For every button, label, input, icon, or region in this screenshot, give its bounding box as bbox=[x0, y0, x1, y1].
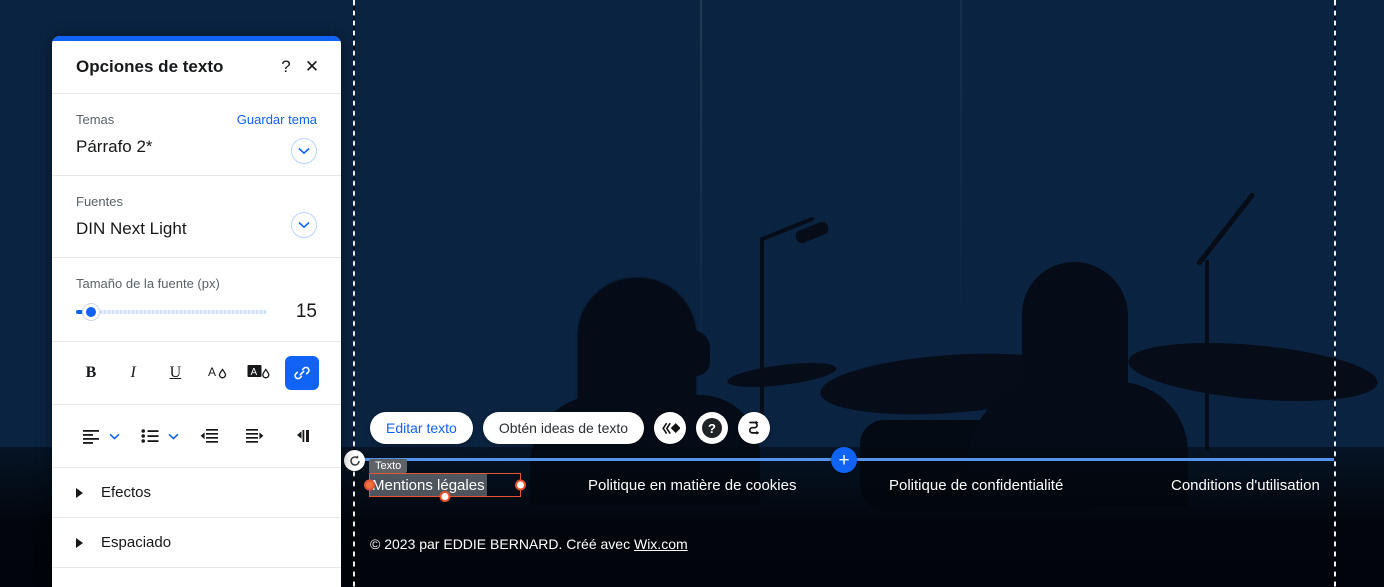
increase-indent-button[interactable] bbox=[238, 419, 272, 453]
align-left-button[interactable] bbox=[74, 419, 120, 453]
font-size-slider[interactable] bbox=[76, 304, 267, 320]
themes-section: Temas Párrafo 2* Guardar tema bbox=[52, 94, 341, 176]
themes-value: Párrafo 2* bbox=[76, 137, 153, 156]
panel-title: Opciones de texto bbox=[76, 57, 224, 76]
guide-line-right bbox=[1334, 0, 1336, 587]
chevron-right-icon bbox=[76, 537, 83, 548]
chevron-right-icon bbox=[76, 487, 83, 498]
get-text-ideas-button[interactable]: Obtén ideas de texto bbox=[482, 412, 645, 444]
resize-handle-bottom[interactable] bbox=[439, 491, 451, 502]
paragraph-toolbar bbox=[52, 405, 341, 468]
edit-text-button[interactable]: Editar texto bbox=[370, 412, 473, 444]
footer-link-cookies[interactable]: Politique en matière de cookies bbox=[588, 473, 796, 497]
spacing-label: Espaciado bbox=[101, 534, 172, 551]
resize-handle-right[interactable] bbox=[515, 479, 526, 491]
curtain-seam-icon bbox=[960, 0, 962, 300]
text-direction-button[interactable] bbox=[285, 419, 319, 453]
footer-link-legal-notice[interactable]: Mentions légales bbox=[370, 474, 487, 496]
footer-link-privacy[interactable]: Politique de confidentialité bbox=[889, 473, 1063, 497]
decrease-indent-button[interactable] bbox=[192, 419, 226, 453]
bullet-list-button[interactable] bbox=[133, 419, 179, 453]
svg-text:?: ? bbox=[708, 421, 716, 436]
list-chevron-down-icon[interactable] bbox=[168, 433, 179, 440]
svg-text:A: A bbox=[208, 365, 216, 379]
floating-text-toolbar: Editar texto Obtén ideas de texto ? bbox=[370, 412, 771, 444]
person-silhouette bbox=[676, 330, 710, 376]
fonts-label: Fuentes bbox=[76, 194, 123, 209]
effects-label: Efectos bbox=[101, 484, 152, 501]
save-theme-link[interactable]: Guardar tema bbox=[237, 112, 317, 127]
add-element-button[interactable]: + bbox=[831, 447, 857, 473]
panel-header: Opciones de texto ? ✕ bbox=[52, 41, 341, 94]
resize-handle-left[interactable] bbox=[364, 479, 375, 491]
close-icon[interactable]: ✕ bbox=[299, 54, 325, 80]
selected-text-element[interactable]: Mentions légales bbox=[364, 473, 526, 502]
align-left-icon[interactable] bbox=[74, 419, 108, 453]
animation-icon[interactable] bbox=[654, 412, 687, 444]
text-options-panel: Opciones de texto ? ✕ Temas Párrafo 2* G… bbox=[52, 36, 341, 587]
fonts-section: Fuentes DIN Next Light bbox=[52, 176, 341, 258]
spacing-accordion[interactable]: Espaciado bbox=[52, 518, 341, 568]
curtain-seam-icon bbox=[700, 0, 702, 340]
font-size-section: Tamaño de la fuente (px) 15 bbox=[52, 258, 341, 342]
italic-button[interactable]: I bbox=[116, 356, 150, 390]
text-format-toolbar: B I U A A bbox=[52, 342, 341, 405]
footer-copyright: © 2023 par EDDIE BERNARD. Créé avec Wix.… bbox=[370, 536, 688, 552]
font-size-slider-row: 15 bbox=[76, 301, 317, 323]
align-chevron-down-icon[interactable] bbox=[109, 433, 120, 440]
font-size-label: Tamaño de la fuente (px) bbox=[76, 276, 220, 291]
footer-link-terms[interactable]: Conditions d'utilisation bbox=[1171, 473, 1320, 497]
mic-stand-icon bbox=[760, 240, 764, 440]
element-type-tooltip: Texto bbox=[369, 459, 408, 473]
svg-text:A: A bbox=[250, 367, 257, 378]
fonts-dropdown-chevron-down-icon[interactable] bbox=[291, 212, 317, 238]
guide-line-left bbox=[353, 0, 355, 587]
bullet-list-icon[interactable] bbox=[133, 419, 167, 453]
wix-link[interactable]: Wix.com bbox=[634, 536, 688, 552]
text-color-button[interactable]: A bbox=[201, 356, 235, 390]
bold-button[interactable]: B bbox=[74, 356, 108, 390]
app-root: Editar texto Obtén ideas de texto ? Poli… bbox=[0, 0, 1384, 587]
themes-dropdown-chevron-down-icon[interactable] bbox=[291, 138, 317, 164]
link-arrow-icon[interactable] bbox=[738, 412, 771, 444]
help-icon[interactable]: ? bbox=[273, 54, 299, 80]
slider-thumb[interactable] bbox=[83, 304, 100, 320]
help-icon[interactable]: ? bbox=[696, 412, 729, 444]
rotate-handle-icon[interactable] bbox=[344, 450, 365, 471]
fonts-value: DIN Next Light bbox=[76, 219, 187, 238]
link-button[interactable] bbox=[284, 356, 319, 390]
highlight-color-button[interactable]: A bbox=[243, 356, 277, 390]
copyright-text: © 2023 par EDDIE BERNARD. Créé avec bbox=[370, 536, 634, 552]
font-size-value: 15 bbox=[295, 301, 317, 322]
effects-accordion[interactable]: Efectos bbox=[52, 468, 341, 518]
underline-button[interactable]: U bbox=[158, 356, 192, 390]
